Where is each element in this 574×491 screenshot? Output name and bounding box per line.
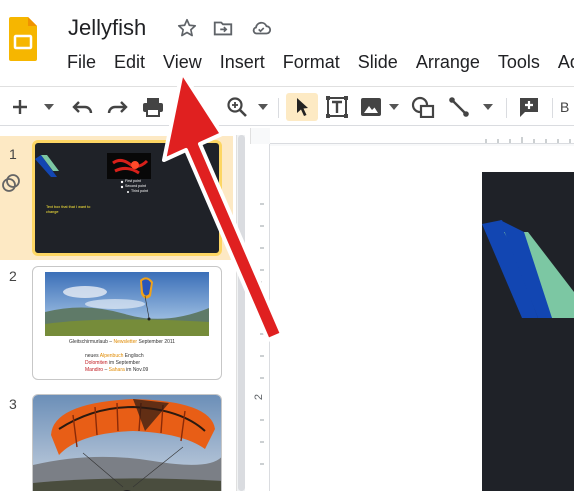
ruler-ticks [260, 203, 264, 465]
slide-2-line-1: Gleitschirmurlaub – Newsletter September… [69, 339, 176, 345]
undo-button[interactable] [68, 87, 98, 127]
slide-1-bullet: Third point [131, 189, 148, 193]
menu-format[interactable]: Format [274, 50, 349, 74]
slide-2-line-4: Mandiro – Sahara im Nov.09 [85, 367, 149, 373]
text-box-icon [326, 96, 348, 118]
cloud-status-icon[interactable] [250, 17, 272, 39]
menu-view[interactable]: View [154, 50, 211, 74]
menu-bar: File Edit View Insert Format Slide Arran… [58, 50, 574, 74]
menu-arrange[interactable]: Arrange [407, 50, 489, 74]
print-icon [143, 98, 163, 117]
menu-slide[interactable]: Slide [349, 50, 407, 74]
zoom-icon [227, 97, 247, 117]
slide-2-line-2: neues Alpenbuch Englisch [85, 353, 144, 359]
slide-number: 3 [9, 396, 17, 412]
add-comment-icon [520, 98, 538, 117]
paraglider-wing-photo [33, 395, 221, 491]
menu-tools[interactable]: Tools [489, 50, 549, 74]
document-title[interactable]: Jellyfish [68, 15, 146, 41]
zoom-dropdown[interactable] [254, 87, 272, 127]
toolbar-divider [506, 98, 507, 118]
slide-thumbnail-3[interactable] [32, 394, 222, 491]
toolbar-divider [278, 98, 279, 118]
ruler-ticks [485, 137, 571, 143]
slides-logo-icon[interactable] [8, 16, 38, 62]
toolbar-divider [178, 98, 179, 118]
ruler-label: 2 [253, 393, 266, 401]
toolbar: B [0, 86, 574, 126]
shape-icon [411, 96, 435, 118]
cursor-icon [297, 98, 308, 116]
slide-canvas[interactable] [482, 172, 574, 491]
slide-row-1[interactable]: 1 First point Second point Third point T… [0, 136, 233, 260]
add-comment-button[interactable] [514, 87, 544, 127]
slide-1-caption: Text box that that I want to change [46, 205, 91, 214]
redo-icon [107, 101, 128, 114]
print-button[interactable] [138, 87, 168, 127]
slide-thumbnail-2[interactable]: Gleitschirmurlaub – Newsletter September… [32, 266, 222, 380]
slide-row-2[interactable]: 2 Gleitschirmurlaub – Newsletter Septemb… [0, 262, 233, 382]
slide-row-3[interactable]: 3 [0, 390, 233, 491]
toolbar-divider [552, 98, 553, 118]
line-dropdown[interactable] [478, 87, 498, 127]
animation-icon [2, 174, 20, 192]
vertical-ruler[interactable]: 1 2 [250, 144, 270, 491]
slide-2-line-3: Dolomiten im September [85, 360, 141, 366]
horizontal-ruler[interactable] [270, 128, 574, 144]
caret-down-icon [44, 104, 54, 110]
new-slide-button[interactable] [6, 87, 34, 127]
undo-icon [72, 101, 93, 114]
slide-canvas-graphics [482, 220, 574, 318]
filmstrip-scrollbar[interactable] [236, 135, 245, 491]
paraglider-photo [45, 272, 209, 336]
select-tool-button[interactable] [288, 87, 316, 127]
slide-number: 1 [9, 146, 17, 162]
slide-thumbnail-1[interactable]: First point Second point Third point Tex… [32, 140, 222, 256]
scrollbar-thumb[interactable] [238, 135, 245, 491]
text-box-button[interactable] [322, 87, 352, 127]
shape-button[interactable] [408, 87, 438, 127]
line-icon [449, 97, 469, 117]
move-to-folder-icon[interactable] [212, 17, 234, 39]
slide-1-graphics [35, 153, 151, 193]
insert-image-button[interactable] [356, 87, 386, 127]
image-icon [361, 98, 381, 116]
menu-edit[interactable]: Edit [105, 50, 154, 74]
slide-filmstrip: 1 First point Second point Third point T… [0, 128, 248, 491]
star-icon[interactable] [176, 17, 198, 39]
plus-icon [13, 100, 27, 114]
ruler-label: 1 [253, 280, 266, 288]
line-button[interactable] [444, 87, 474, 127]
caret-down-icon [389, 104, 399, 110]
font-menu[interactable]: B [560, 87, 574, 127]
menu-addons[interactable]: Ad [549, 50, 574, 74]
new-slide-dropdown[interactable] [36, 87, 62, 127]
menu-insert[interactable]: Insert [211, 50, 274, 74]
redo-button[interactable] [102, 87, 132, 127]
caret-down-icon [483, 104, 493, 110]
image-dropdown[interactable] [386, 87, 402, 127]
zoom-button[interactable] [222, 87, 252, 127]
menu-file[interactable]: File [58, 50, 105, 74]
slide-number: 2 [9, 268, 17, 284]
caret-down-icon [258, 104, 268, 110]
